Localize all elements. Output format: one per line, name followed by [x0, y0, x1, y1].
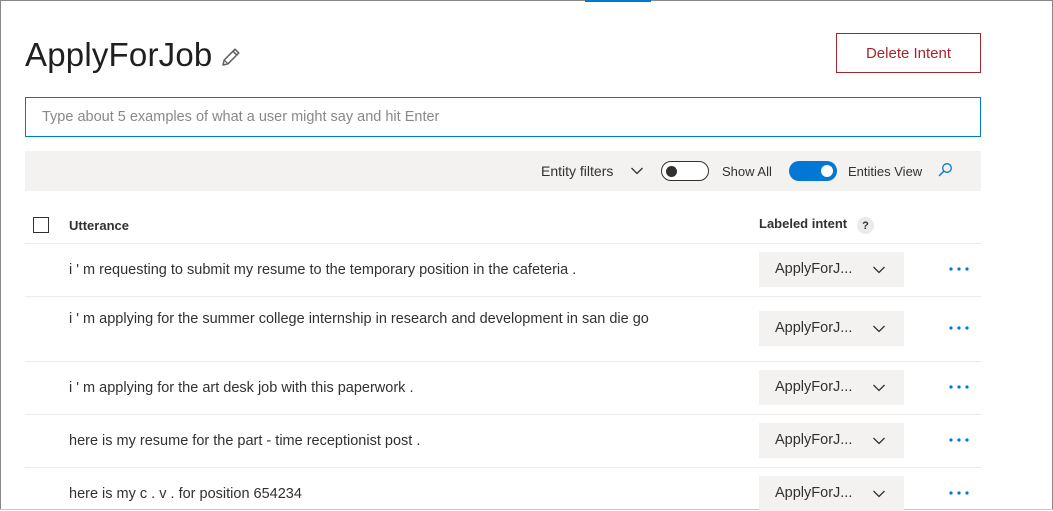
- intent-dropdown-label: ApplyForJ...: [775, 261, 853, 277]
- table-header: Utterance Labeled intent ?: [25, 205, 981, 244]
- intent-title: ApplyForJob: [25, 36, 213, 73]
- table-row: i ' m applying for the art desk job with…: [25, 362, 981, 415]
- table-row: here is my c . v . for position 654234 A…: [25, 468, 981, 511]
- intent-dropdown-label: ApplyForJ...: [775, 320, 853, 336]
- chevron-down-icon: [872, 487, 886, 501]
- more-icon[interactable]: [945, 318, 973, 338]
- intent-dropdown-label: ApplyForJ...: [775, 485, 853, 501]
- show-all-label: Show All: [722, 164, 772, 179]
- pencil-icon[interactable]: [219, 45, 243, 69]
- intent-dropdown-label: ApplyForJ...: [775, 432, 853, 448]
- chevron-down-icon: [872, 263, 886, 277]
- utterance-toolbar: Entity filters Show All Entities View: [25, 151, 981, 191]
- active-tab-indicator: [585, 0, 651, 2]
- table-row: i ' m applying for the summer college in…: [25, 297, 981, 362]
- utterance-text: here is my c . v . for position 654234: [69, 486, 302, 502]
- chevron-down-icon: [872, 322, 886, 336]
- select-all-checkbox[interactable]: [33, 217, 49, 233]
- chevron-down-icon: [872, 381, 886, 395]
- chevron-down-icon[interactable]: [630, 164, 644, 178]
- more-icon[interactable]: [945, 377, 973, 397]
- delete-intent-button[interactable]: Delete Intent: [836, 33, 981, 73]
- more-icon[interactable]: [945, 430, 973, 450]
- column-header-utterance: Utterance: [69, 218, 129, 233]
- utterance-text: i ' m applying for the art desk job with…: [69, 380, 414, 396]
- entity-filters-dropdown[interactable]: Entity filters: [541, 163, 613, 179]
- more-icon[interactable]: [945, 483, 973, 503]
- more-icon[interactable]: [945, 259, 973, 279]
- table-row: i ' m requesting to submit my resume to …: [25, 244, 981, 297]
- intent-dropdown[interactable]: ApplyForJ...: [759, 311, 904, 346]
- help-icon[interactable]: ?: [857, 217, 874, 234]
- entities-view-toggle[interactable]: [789, 161, 837, 181]
- utterance-text: here is my resume for the part - time re…: [69, 433, 421, 449]
- toggle-knob: [821, 165, 833, 177]
- toggle-knob: [666, 166, 677, 177]
- utterance-text: i ' m applying for the summer college in…: [69, 311, 649, 327]
- table-row: here is my resume for the part - time re…: [25, 415, 981, 468]
- intent-dropdown[interactable]: ApplyForJ...: [759, 423, 904, 458]
- chevron-down-icon: [872, 434, 886, 448]
- window-top-border: [0, 0, 1053, 1]
- show-all-toggle[interactable]: [661, 161, 709, 181]
- intent-dropdown[interactable]: ApplyForJ...: [759, 252, 904, 287]
- entities-view-label: Entities View: [848, 164, 923, 179]
- utterance-text: i ' m requesting to submit my resume to …: [69, 262, 577, 278]
- intent-dropdown[interactable]: ApplyForJ...: [759, 370, 904, 405]
- utterance-input[interactable]: [25, 97, 981, 137]
- window-left-border: [0, 0, 1, 510]
- column-header-labeled-intent: Labeled intent: [759, 216, 848, 231]
- search-icon[interactable]: [937, 162, 953, 178]
- intent-dropdown-label: ApplyForJ...: [775, 379, 853, 395]
- intent-dropdown[interactable]: ApplyForJ...: [759, 476, 904, 511]
